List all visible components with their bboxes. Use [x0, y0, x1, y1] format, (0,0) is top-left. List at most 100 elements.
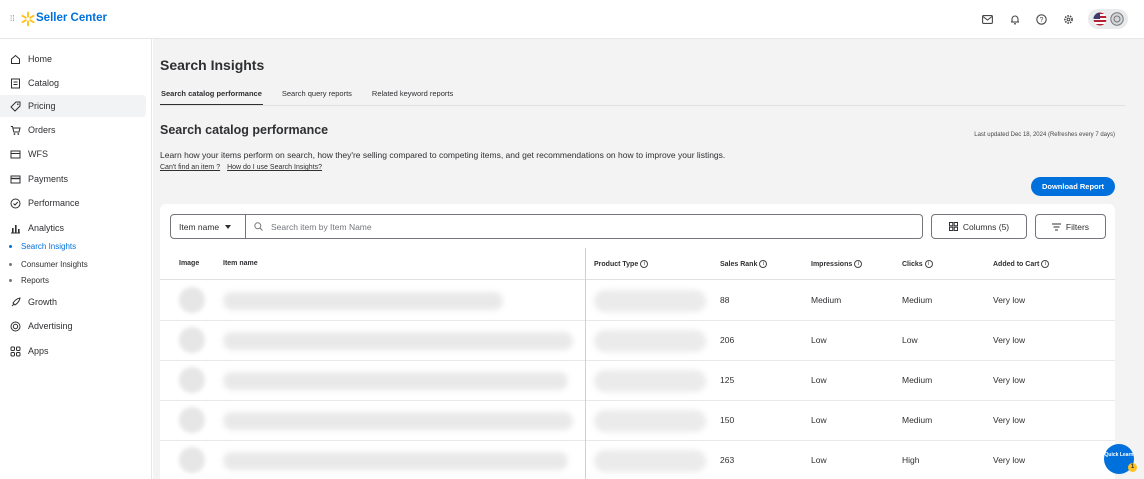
download-report-button[interactable]: Download Report: [1031, 177, 1115, 196]
header-sales-rank[interactable]: Sales Rank i: [720, 260, 768, 268]
help-links: Can't find an item ? How do I use Search…: [160, 164, 322, 171]
tab-related-keyword-reports[interactable]: Related keyword reports: [371, 86, 454, 106]
impressions-cell: Low: [811, 375, 827, 385]
sales-rank-cell: 125: [720, 375, 735, 385]
clicks-cell: Medium: [902, 415, 933, 425]
tab-search-catalog-performance[interactable]: Search catalog performance: [160, 86, 263, 106]
us-flag-icon: [1093, 12, 1106, 26]
how-to-use-link[interactable]: How do I use Search Insights?: [227, 164, 322, 171]
header-product-type[interactable]: Product Type i: [594, 260, 649, 268]
info-icon[interactable]: i: [759, 260, 768, 268]
tab-search-query-reports[interactable]: Search query reports: [281, 86, 353, 106]
product-type-redacted: [594, 450, 706, 472]
grid-icon[interactable]: ⁞⁞: [10, 14, 16, 24]
account-switcher[interactable]: [1088, 9, 1128, 29]
info-icon[interactable]: i: [854, 260, 863, 268]
quick-learn-button[interactable]: Quick Learn 1: [1104, 444, 1137, 474]
page-scrollbar[interactable]: [1132, 39, 1144, 479]
sidebar-subitem-label: Consumer Insights: [21, 259, 88, 269]
clicks-cell: Low: [902, 335, 918, 345]
table-row[interactable]: 125 Low Medium Very low: [160, 361, 1115, 401]
item-image: [179, 287, 205, 313]
sidebar-item-pricing[interactable]: Pricing: [0, 95, 146, 117]
header-added-to-cart[interactable]: Added to Cart i: [993, 260, 1050, 268]
sidebar-item-label: Growth: [28, 297, 58, 307]
sales-rank-cell: 206: [720, 335, 735, 345]
sidebar-subitem-consumer-insights[interactable]: Consumer Insights: [0, 258, 88, 270]
sidebar-item-analytics[interactable]: Analytics: [0, 217, 146, 239]
sidebar-item-advertising[interactable]: Advertising: [0, 315, 146, 337]
search-box: [246, 214, 923, 239]
sidebar-item-catalog[interactable]: Catalog: [0, 72, 146, 94]
brand-title[interactable]: Seller Center: [36, 12, 107, 24]
search-field-select[interactable]: Item name: [170, 214, 246, 239]
item-name-redacted: [223, 292, 503, 310]
sidebar-item-label: Orders: [28, 125, 56, 135]
tag-icon: [8, 99, 22, 113]
header-label: Image: [179, 260, 200, 267]
gauge-icon: [8, 196, 22, 210]
help-icon[interactable]: ?: [1034, 12, 1049, 27]
columns-label: Columns (5): [962, 221, 1010, 232]
sidebar-item-label: WFS: [28, 149, 48, 159]
impressions-cell: Low: [811, 335, 827, 345]
added-to-cart-cell: Very low: [993, 295, 1026, 305]
sidebar-subitem-reports[interactable]: Reports: [0, 274, 49, 286]
product-type-redacted: [594, 330, 706, 352]
columns-button[interactable]: Columns (5): [931, 214, 1027, 239]
sidebar-subitem-search-insights[interactable]: Search Insights: [0, 240, 76, 252]
sidebar-item-wfs[interactable]: WFS: [0, 143, 146, 165]
cart-icon: [8, 123, 22, 137]
item-image: [179, 327, 205, 353]
sales-rank-cell: 88: [720, 295, 730, 305]
bullet-dot: [9, 262, 12, 266]
header-label: Added to Cart: [993, 260, 1040, 268]
sidebar-item-label: Pricing: [28, 101, 56, 111]
sidebar-item-apps[interactable]: Apps: [0, 340, 146, 362]
catalog-icon: [8, 76, 22, 90]
svg-text:?: ?: [1040, 17, 1044, 24]
search-input[interactable]: [271, 221, 871, 232]
wallet-icon: [8, 172, 22, 186]
impressions-cell: Low: [811, 415, 827, 425]
sidebar-subitem-label: Reports: [21, 275, 50, 285]
item-image: [179, 367, 205, 393]
settings-icon[interactable]: [1061, 12, 1076, 27]
last-updated-text: Last updated Dec 18, 2024 (Refreshes eve…: [974, 132, 1115, 138]
sidebar-item-payments[interactable]: Payments: [0, 168, 146, 190]
filter-icon: [1051, 223, 1061, 230]
sidebar-item-label: Catalog: [28, 78, 60, 88]
header-impressions[interactable]: Impressions i: [811, 260, 863, 268]
sidebar-item-growth[interactable]: Growth: [0, 291, 146, 313]
sidebar-item-label: Apps: [28, 346, 49, 356]
sidebar: Home Catalog Pricing Orders WFS Payments…: [0, 39, 152, 479]
table-row[interactable]: 150 Low Medium Very low: [160, 401, 1115, 441]
bullet-dot: [9, 244, 12, 248]
sidebar-item-orders[interactable]: Orders: [0, 119, 146, 141]
section-description: Learn how your items perform on search, …: [160, 150, 726, 160]
bell-icon[interactable]: [1007, 12, 1022, 27]
product-type-redacted: [594, 290, 706, 312]
table-row[interactable]: 263 Low High Very low: [160, 441, 1115, 479]
section-title: Search catalog performance: [160, 123, 329, 137]
header-label: Product Type: [594, 260, 639, 268]
tabs-divider: [160, 105, 1125, 106]
filters-label: Filters: [1065, 221, 1090, 232]
product-type-redacted: [594, 370, 706, 392]
item-image: [179, 447, 205, 473]
mail-icon[interactable]: [980, 12, 995, 27]
info-icon[interactable]: i: [640, 260, 649, 268]
filters-button[interactable]: Filters: [1035, 214, 1106, 239]
table-row[interactable]: 206 Low Low Very low: [160, 321, 1115, 361]
cant-find-item-link[interactable]: Can't find an item ?: [160, 164, 220, 171]
sidebar-item-performance[interactable]: Performance: [0, 192, 146, 214]
added-to-cart-cell: Very low: [993, 335, 1026, 345]
sidebar-item-home[interactable]: Home: [0, 48, 146, 70]
info-icon[interactable]: i: [1041, 260, 1050, 268]
header-clicks[interactable]: Clicks i: [902, 260, 933, 268]
item-name-redacted: [223, 412, 573, 430]
table-row[interactable]: 88 Medium Medium Very low: [160, 281, 1115, 321]
info-icon[interactable]: i: [924, 260, 933, 268]
sidebar-item-label: Advertising: [28, 321, 73, 331]
bullet-dot: [9, 278, 12, 282]
